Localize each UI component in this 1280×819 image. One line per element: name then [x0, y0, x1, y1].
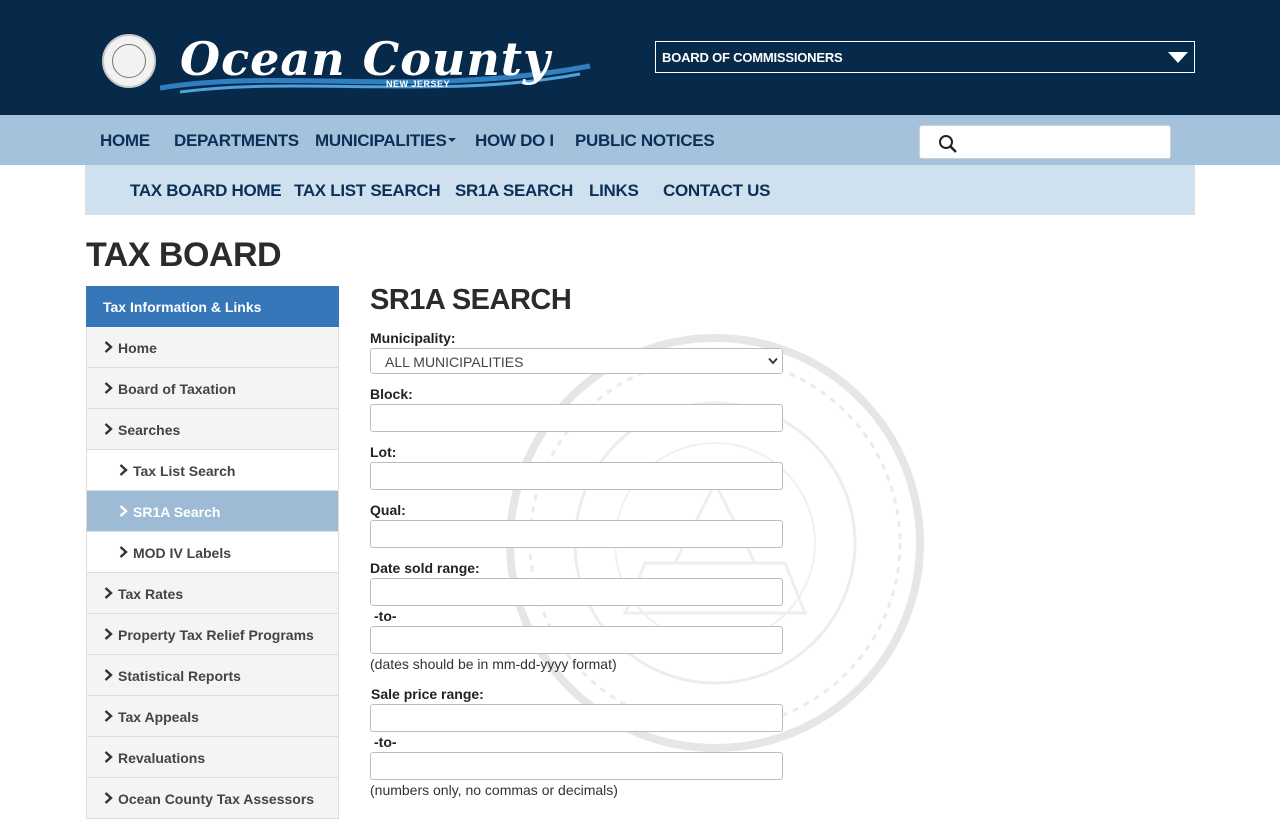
chevron-right-icon: [104, 423, 113, 435]
main-navigation: HOME DEPARTMENTS MUNICIPALITIES HOW DO I…: [0, 115, 1280, 165]
chevron-right-icon: [104, 792, 113, 804]
nav-departments[interactable]: DEPARTMENTS: [174, 131, 299, 151]
nav-home[interactable]: HOME: [100, 131, 150, 151]
search-icon[interactable]: [938, 134, 958, 154]
nav-municipalities[interactable]: MUNICIPALITIES: [315, 131, 456, 151]
date-sold-to-input[interactable]: [370, 626, 783, 654]
subnav-sr1a-search[interactable]: SR1A SEARCH: [455, 181, 573, 201]
county-seal-icon: [102, 34, 156, 88]
sidebar-item-label: MOD IV Labels: [133, 545, 232, 561]
sidebar-item-label: Statistical Reports: [118, 668, 241, 684]
chevron-right-icon: [104, 382, 113, 394]
sidebar-item-tax-rates[interactable]: Tax Rates: [86, 573, 339, 614]
ocean-county-logo[interactable]: Ocean County NEW JERSEY: [100, 28, 600, 98]
sidebar-item-label: Revaluations: [118, 750, 206, 766]
tax-board-subnav: TAX BOARD HOME TAX LIST SEARCH SR1A SEAR…: [85, 165, 1195, 215]
chevron-down-icon: [768, 357, 778, 365]
chevron-right-icon: [104, 710, 113, 722]
logo-title: Ocean County: [180, 32, 551, 86]
lot-input[interactable]: [370, 462, 783, 490]
sidebar-item-tax-appeals[interactable]: Tax Appeals: [86, 696, 339, 737]
sidebar-heading: Tax Information & Links: [86, 286, 339, 327]
chevron-right-icon: [119, 464, 128, 476]
department-select-value: BOARD OF COMMISSIONERS: [662, 50, 843, 65]
subnav-tax-list-search[interactable]: TAX LIST SEARCH: [294, 181, 441, 201]
chevron-right-icon: [104, 341, 113, 353]
form-title: SR1A SEARCH: [370, 284, 572, 316]
sidebar-item-statistical-reports[interactable]: Statistical Reports: [86, 655, 339, 696]
nav-public-notices[interactable]: PUBLIC NOTICES: [575, 131, 715, 151]
subnav-tax-board-home[interactable]: TAX BOARD HOME: [130, 181, 282, 201]
sidebar-item-label: Home: [118, 340, 157, 356]
chevron-right-icon: [104, 587, 113, 599]
site-header: Ocean County NEW JERSEY BOARD OF COMMISS…: [0, 0, 1280, 115]
caret-down-icon: [1168, 52, 1188, 63]
nav-municipalities-label: MUNICIPALITIES: [315, 131, 447, 150]
caret-down-icon: [447, 138, 456, 142]
sidebar-item-label: Tax Rates: [118, 586, 184, 602]
chevron-right-icon: [119, 546, 128, 558]
sidebar-item-home[interactable]: Home: [86, 327, 339, 368]
page-title: TAX BOARD: [86, 236, 282, 274]
block-input[interactable]: [370, 404, 783, 432]
subnav-contact-us[interactable]: CONTACT US: [663, 181, 770, 201]
sidebar: Tax Information & Links Home Board of Ta…: [86, 286, 339, 819]
sidebar-item-label: Ocean County Tax Assessors: [118, 791, 315, 807]
date-format-note: (dates should be in mm-dd-yyyy format): [370, 656, 617, 672]
subnav-links[interactable]: LINKS: [589, 181, 639, 201]
chevron-right-icon: [104, 628, 113, 640]
block-label: Block:: [370, 386, 413, 402]
sale-price-to-input[interactable]: [370, 752, 783, 780]
date-sold-from-input[interactable]: [370, 578, 783, 606]
sidebar-item-label: Searches: [118, 422, 181, 438]
date-sold-range-label: Date sold range:: [370, 560, 480, 576]
sidebar-item-label: Tax List Search: [133, 463, 236, 479]
nav-how-do-i[interactable]: HOW DO I: [475, 131, 554, 151]
logo-subtitle: NEW JERSEY: [386, 79, 451, 89]
sidebar-item-label: Board of Taxation: [118, 381, 236, 397]
sidebar-item-county-tax-assessors[interactable]: Ocean County Tax Assessors: [86, 778, 339, 819]
sidebar-item-label: SR1A Search: [133, 504, 221, 520]
municipality-select-value: ALL MUNICIPALITIES: [385, 354, 524, 370]
chevron-right-icon: [104, 751, 113, 763]
chevron-right-icon: [119, 505, 128, 517]
site-search-input[interactable]: [919, 125, 1171, 159]
chevron-right-icon: [104, 669, 113, 681]
municipality-label: Municipality:: [370, 330, 456, 346]
price-to-label: -to-: [374, 734, 397, 750]
lot-label: Lot:: [370, 444, 397, 460]
date-to-label: -to-: [374, 608, 397, 624]
sidebar-item-sr1a-search[interactable]: SR1A Search: [86, 491, 339, 532]
sidebar-item-mod-iv-labels[interactable]: MOD IV Labels: [86, 532, 339, 573]
department-select[interactable]: BOARD OF COMMISSIONERS: [655, 41, 1195, 73]
sidebar-item-searches[interactable]: Searches: [86, 409, 339, 450]
municipality-select[interactable]: ALL MUNICIPALITIES: [370, 348, 783, 374]
sidebar-item-tax-list-search[interactable]: Tax List Search: [86, 450, 339, 491]
sidebar-item-revaluations[interactable]: Revaluations: [86, 737, 339, 778]
qual-input[interactable]: [370, 520, 783, 548]
qual-label: Qual:: [370, 502, 406, 518]
sale-price-range-label: Sale price range:: [371, 686, 484, 702]
sale-price-from-input[interactable]: [370, 704, 783, 732]
sidebar-item-board-of-taxation[interactable]: Board of Taxation: [86, 368, 339, 409]
price-format-note: (numbers only, no commas or decimals): [370, 782, 618, 798]
sidebar-item-label: Tax Appeals: [118, 709, 199, 725]
sidebar-item-label: Property Tax Relief Programs: [118, 627, 314, 643]
sidebar-item-property-tax-relief[interactable]: Property Tax Relief Programs: [86, 614, 339, 655]
